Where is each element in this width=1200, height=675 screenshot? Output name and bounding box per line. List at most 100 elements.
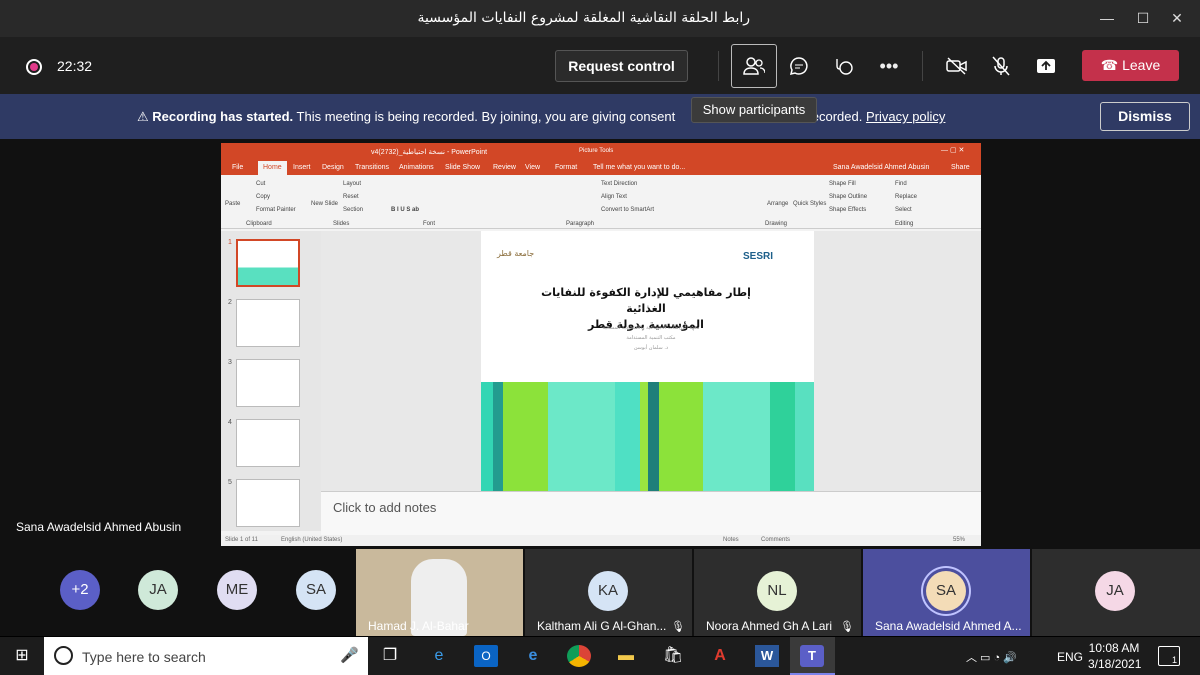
input-language[interactable]: ENG [1057,650,1083,664]
participant-avatar[interactable]: JA [138,570,178,610]
slide-thumbnail[interactable] [236,299,300,347]
chat-button[interactable] [779,50,819,82]
share-content-button[interactable] [1026,50,1066,82]
close-button[interactable]: ✕ [1162,6,1192,30]
format-painter-button[interactable]: Format Painter [256,207,296,213]
store-icon[interactable]: 🛍 [661,645,685,667]
slide-number: 1 [228,239,232,246]
more-participants-badge[interactable]: +2 [60,570,100,610]
shape-fill-button[interactable]: Shape Fill [829,181,856,187]
notification-count: 1 [1171,655,1177,665]
outlook-icon[interactable]: O [474,645,498,667]
status-comments-button[interactable]: Comments [761,537,790,543]
slide-thumbnail[interactable] [236,419,300,467]
shape-outline-button[interactable]: Shape Outline [829,194,867,200]
participant-avatar: NL [757,571,797,611]
participant-name: Hamad J. Al-Bahar [368,619,469,633]
ppt-tab-file[interactable]: File [232,164,243,171]
section-button[interactable]: Section [343,207,363,213]
request-control-button[interactable]: Request control [555,50,688,82]
reset-button[interactable]: Reset [343,194,359,200]
privacy-policy-link[interactable]: Privacy policy [866,109,945,124]
system-tray-icons[interactable]: ︿ ▭ ◔ 🔊 [966,649,1017,665]
layout-button[interactable]: Layout [343,181,361,187]
chrome-icon[interactable] [567,645,591,667]
ppt-tab-view[interactable]: View [525,164,540,171]
show-participants-button[interactable] [731,44,777,88]
text-direction-button[interactable]: Text Direction [601,181,637,187]
smartart-button[interactable]: Convert to SmartArt [601,207,654,213]
task-view-icon[interactable]: ❐ [378,645,402,667]
banner-title: Recording has started. [152,109,294,124]
notification-center-icon[interactable]: 1 [1158,646,1180,666]
slide-subtitle-line2: مكتب التنمية المستدامة [626,335,676,341]
teams-taskbar-button[interactable]: T [790,637,835,675]
ppt-tab-transitions[interactable]: Transitions [355,164,389,171]
participant-tile[interactable]: KA Kaltham Ali G Al-Ghan... 🎙 [525,549,692,636]
quick-styles-button[interactable]: Quick Styles [793,201,826,207]
font-format-buttons[interactable]: B I U S ab [391,207,419,213]
participant-tile[interactable]: NL Noora Ahmed Gh A Lari 🎙 [694,549,861,636]
ppt-window-controls[interactable]: — ▢ ✕ [941,146,964,154]
slide-thumbnail[interactable] [236,359,300,407]
ppt-tab-review[interactable]: Review [493,164,516,171]
ppt-tab-home[interactable]: Home [258,161,287,175]
find-button[interactable]: Find [895,181,907,187]
ppt-tab-insert[interactable]: Insert [293,164,311,171]
taskbar-clock[interactable]: 10:08 AM 3/18/2021 [1088,640,1141,672]
participants-icon [743,57,766,75]
slide-subtitle-line3: د. سلمان أبوسن [633,345,669,351]
status-notes-button[interactable]: Notes [723,537,739,543]
participant-avatar[interactable]: ME [217,570,257,610]
word-icon[interactable]: W [755,645,779,667]
slide-number: 3 [228,359,232,366]
more-actions-button[interactable]: ••• [869,50,909,82]
camera-toggle[interactable] [937,50,977,82]
file-explorer-icon[interactable]: ▬ [614,645,638,667]
paste-button[interactable]: Paste [225,201,240,207]
ppt-tab-animations[interactable]: Animations [399,164,434,171]
participant-avatar[interactable]: SA [296,570,336,610]
leave-button[interactable]: ☎ Leave [1082,50,1179,81]
align-text-button[interactable]: Align Text [601,194,627,200]
ppt-tab-format[interactable]: Format [555,164,577,171]
participant-name: Sana Awadelsid Ahmed A... [875,619,1022,633]
ppt-share[interactable]: Share [951,164,970,171]
minimize-button[interactable]: — [1092,6,1122,30]
select-button[interactable]: Select [895,207,912,213]
mic-toggle[interactable] [981,50,1021,82]
edge-icon[interactable]: e [427,645,451,667]
microphone-icon[interactable]: 🎤 [340,646,359,664]
cut-button[interactable]: Cut [256,181,265,187]
windows-start-icon[interactable]: ⊞ [10,645,34,667]
ppt-tab-slideshow[interactable]: Slide Show [445,164,480,171]
ppt-tab-design[interactable]: Design [322,164,344,171]
slide-thumbnail[interactable] [236,239,300,287]
participant-tile[interactable]: JA [1032,549,1200,636]
banner-message: ⚠ Recording has started. This meeting is… [137,109,945,125]
notes-pane[interactable]: Click to add notes [321,491,981,535]
dismiss-button[interactable]: Dismiss [1100,102,1190,131]
copy-button[interactable]: Copy [256,194,270,200]
slide-thumbnails-pane: 1 2 3 4 5 [221,231,321,531]
participant-gallery: +2 JA ME SA Hamad J. Al-Bahar KA Kaltham… [0,547,1200,636]
clock-time: 10:08 AM [1088,641,1140,655]
maximize-button[interactable]: ☐ [1128,6,1158,30]
ppt-tell-me[interactable]: Tell me what you want to do... [593,164,685,171]
leave-label: Leave [1122,57,1161,73]
internet-explorer-icon[interactable]: e [521,645,545,667]
current-slide[interactable]: جامعة قطر SESRI إطار مفاهيمي للإدارة الك… [481,231,814,491]
taskbar-search-box[interactable]: Type here to search 🎤 [44,637,368,675]
new-slide-button[interactable]: New Slide [311,201,338,207]
slide-thumbnail[interactable] [236,479,300,527]
participant-tile-speaking[interactable]: SA Sana Awadelsid Ahmed A... [863,549,1030,636]
acrobat-icon[interactable]: A [708,645,732,667]
reactions-button[interactable] [824,50,864,82]
replace-button[interactable]: Replace [895,194,917,200]
participant-tile-video[interactable]: Hamad J. Al-Bahar [356,549,523,636]
chat-icon [789,57,808,76]
arrange-button[interactable]: Arrange [767,201,788,207]
camera-off-icon [946,57,967,75]
shape-effects-button[interactable]: Shape Effects [829,207,866,213]
meeting-toolbar: 22:32 Request control ••• ☎ Leave [0,37,1200,94]
